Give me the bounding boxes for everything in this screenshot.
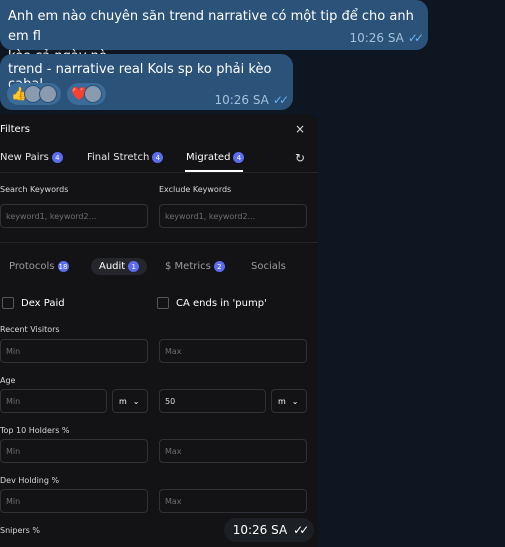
age-max-input[interactable] — [159, 389, 266, 413]
tab-migrated[interactable]: Migrated 4 — [186, 152, 245, 163]
image-timestamp: 10:26 SA ✓✓ — [224, 518, 314, 542]
snipers-label: Snipers % — [0, 526, 40, 535]
top10-min-input[interactable] — [0, 439, 148, 463]
panel-title: Filters — [0, 124, 30, 135]
chevron-down-icon: ⌄ — [291, 396, 299, 406]
refresh-icon[interactable]: ↻ — [295, 151, 305, 165]
recent-visitors-label: Recent Visitors — [0, 325, 60, 334]
dex-paid-checkbox[interactable]: Dex Paid — [2, 297, 65, 309]
message-bubble-1[interactable]: Anh em nào chuyên săn trend narrative có… — [0, 0, 428, 64]
tab-final-stretch[interactable]: Final Stretch 4 — [87, 152, 164, 163]
message-time: 10:26 SA ✓✓ — [349, 31, 424, 45]
count-badge: 4 — [51, 152, 63, 163]
count-badge: 1 — [128, 261, 140, 272]
subtab-protocols[interactable]: Protocols 18 — [9, 261, 69, 272]
age-label: Age — [0, 376, 16, 385]
chevron-down-icon: ⌄ — [132, 396, 140, 406]
age-max-unit-select[interactable]: m ⌄ — [271, 389, 307, 413]
count-badge: 18 — [57, 261, 69, 272]
top10-holders-label: Top 10 Holders % — [0, 426, 70, 435]
ca-pump-checkbox[interactable]: CA ends in 'pump' — [157, 297, 267, 309]
exclude-keywords-label: Exclude Keywords — [159, 185, 232, 194]
avatar — [39, 85, 58, 103]
search-keywords-label: Search Keywords — [0, 185, 69, 194]
count-badge: 4 — [152, 152, 164, 163]
filters-panel: Filters × New Pairs 4 Final Stretch 4 Migr… — [0, 114, 318, 547]
dev-holding-label: Dev Holding % — [0, 476, 60, 485]
subtab-metrics[interactable]: $ Metrics 2 — [165, 261, 225, 272]
divider — [0, 242, 318, 243]
message-time: 10:26 SA ✓✓ — [214, 93, 289, 107]
read-checkmarks-icon: ✓✓ — [293, 523, 309, 537]
divider — [0, 172, 318, 173]
count-badge: 2 — [213, 261, 225, 272]
reactions: 👍 ❤️ — [7, 83, 107, 105]
read-checkmarks-icon: ✓✓ — [272, 93, 289, 107]
top10-max-input[interactable] — [159, 439, 307, 463]
subtab-socials[interactable]: Socials — [251, 261, 286, 272]
dev-holding-min-input[interactable] — [0, 489, 148, 513]
age-min-input[interactable] — [0, 389, 107, 413]
exclude-keywords-input[interactable] — [159, 204, 307, 228]
dev-holding-max-input[interactable] — [159, 489, 307, 513]
read-checkmarks-icon: ✓✓ — [407, 31, 424, 45]
search-keywords-input[interactable] — [0, 204, 148, 228]
count-badge: 4 — [233, 152, 245, 163]
reaction-thumbs-up[interactable]: 👍 — [7, 83, 62, 105]
message-bubble-2[interactable]: trend - narrative real Kols sp ko phải k… — [0, 54, 293, 110]
recent-visitors-min-input[interactable] — [0, 339, 148, 363]
subtab-audit[interactable]: Audit 1 — [91, 258, 148, 275]
avatar — [84, 85, 103, 103]
close-icon[interactable]: × — [295, 122, 305, 136]
checkbox[interactable] — [157, 297, 169, 309]
recent-visitors-max-input[interactable] — [159, 339, 307, 363]
reaction-heart[interactable]: ❤️ — [67, 83, 107, 105]
tab-new-pairs[interactable]: New Pairs 4 — [0, 152, 63, 163]
age-min-unit-select[interactable]: m ⌄ — [112, 389, 148, 413]
checkbox[interactable] — [2, 297, 14, 309]
